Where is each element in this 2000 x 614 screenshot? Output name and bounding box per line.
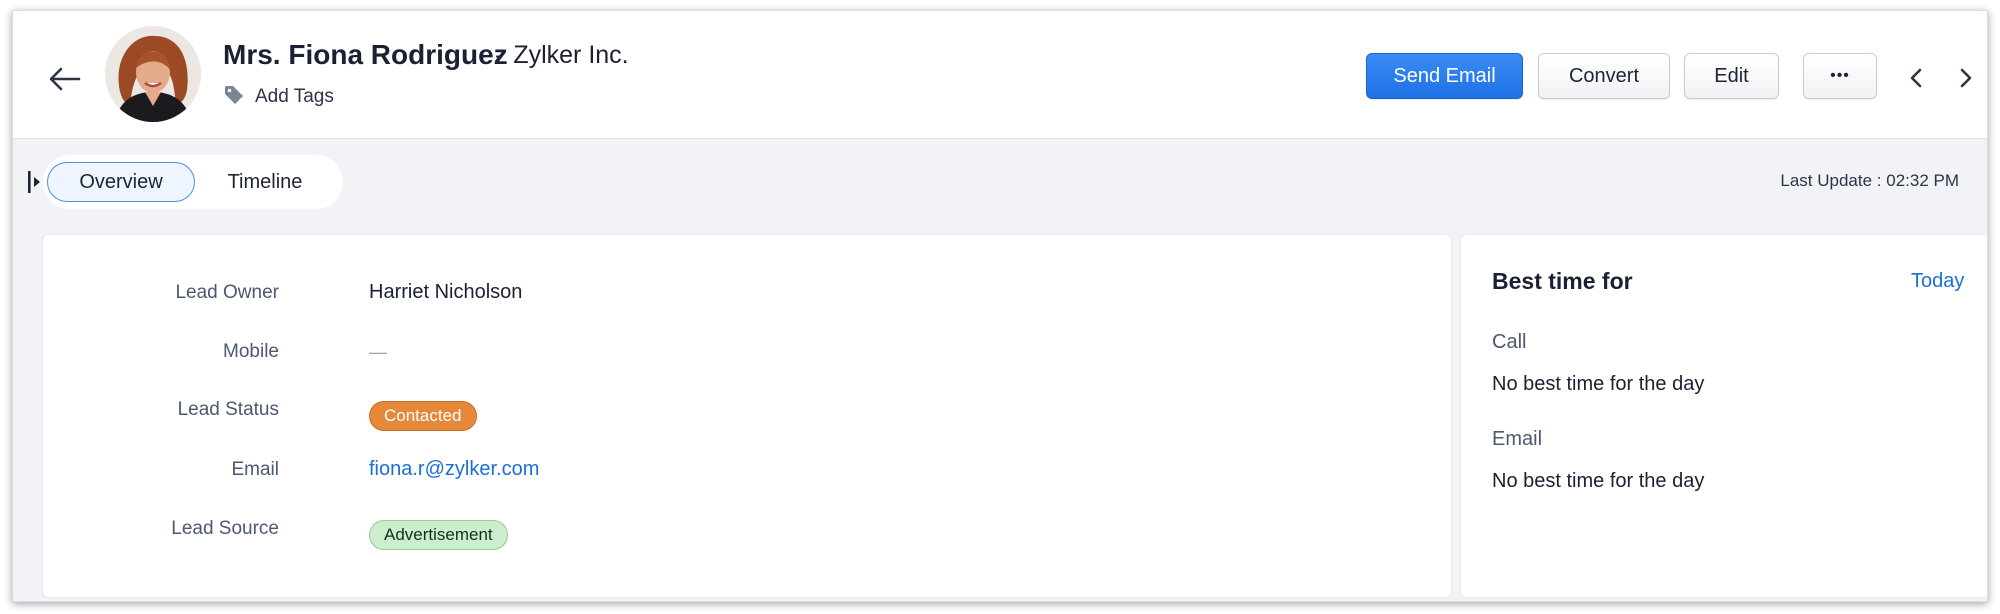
- lead-status-label: Lead Status: [177, 399, 279, 420]
- mobile-value[interactable]: —: [369, 342, 387, 363]
- lead-details-card: Lead Owner Harriet Nicholson Mobile — Le…: [42, 234, 1452, 598]
- email-label: Email: [231, 459, 279, 480]
- add-tags-button[interactable]: Add Tags: [223, 83, 334, 111]
- lead-owner-value[interactable]: Harriet Nicholson: [369, 281, 522, 304]
- email-best-time: No best time for the day: [1492, 470, 1705, 492]
- today-link[interactable]: Today: [1911, 270, 1964, 293]
- call-label: Call: [1492, 331, 1527, 353]
- lead-details-window: Mrs. Fiona Rodriguez - Zylker Inc. Add Ta…: [12, 10, 1988, 602]
- tab-timeline[interactable]: Timeline: [195, 162, 335, 202]
- more-icon[interactable]: •••: [1803, 53, 1877, 99]
- view-tabs: Overview Timeline: [43, 155, 343, 209]
- company-separator: -: [495, 41, 504, 69]
- chevron-right-icon[interactable]: [1951, 64, 1979, 92]
- tag-icon: [223, 84, 245, 111]
- email-best-label: Email: [1492, 428, 1543, 450]
- best-time-card: Best time for Today Call No best time fo…: [1460, 234, 1987, 598]
- mobile-label: Mobile: [223, 341, 279, 362]
- status-badge[interactable]: Contacted: [369, 401, 477, 431]
- lead-source-label: Lead Source: [171, 518, 279, 539]
- best-time-title: Best time for: [1492, 268, 1633, 294]
- sidebar-toggle-icon[interactable]: [27, 169, 43, 195]
- add-tags-label: Add Tags: [255, 86, 334, 107]
- edit-button[interactable]: Edit: [1684, 53, 1779, 99]
- last-update-text: Last Update : 02:32 PM: [1780, 171, 1959, 190]
- email-link[interactable]: fiona.r@zylker.com: [369, 458, 539, 481]
- source-badge[interactable]: Advertisement: [369, 520, 508, 550]
- avatar: [105, 26, 201, 122]
- company-name: - Zylker Inc.: [495, 41, 629, 70]
- lead-name: Mrs. Fiona Rodriguez: [223, 39, 508, 70]
- send-email-button[interactable]: Send Email: [1366, 53, 1523, 99]
- call-best-time: No best time for the day: [1492, 373, 1705, 395]
- lead-owner-label: Lead Owner: [175, 282, 279, 303]
- convert-button[interactable]: Convert: [1538, 53, 1670, 99]
- record-header: Mrs. Fiona Rodriguez - Zylker Inc. Add Ta…: [13, 11, 1987, 139]
- tab-overview[interactable]: Overview: [47, 162, 195, 202]
- back-arrow-icon[interactable]: [45, 59, 85, 99]
- chevron-left-icon[interactable]: [1903, 64, 1931, 92]
- company-label: Zylker Inc.: [513, 41, 629, 69]
